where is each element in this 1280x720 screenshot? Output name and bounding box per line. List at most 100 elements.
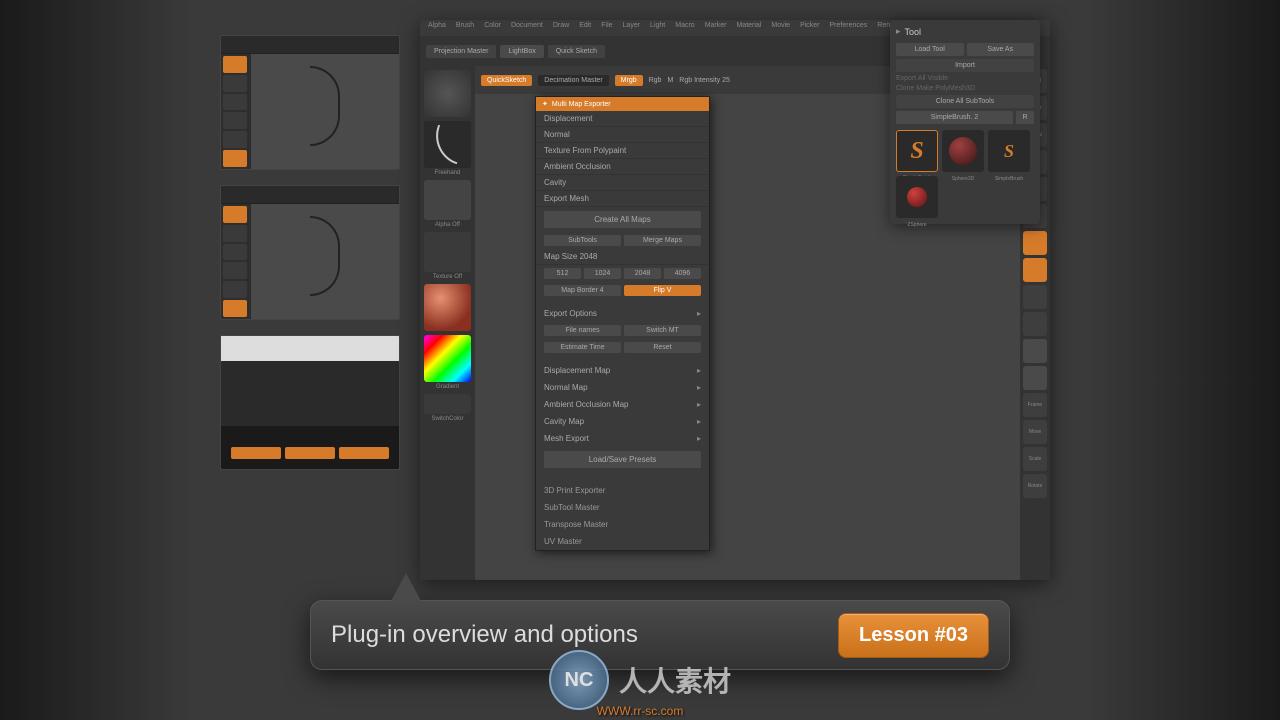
tool-zsphere[interactable]: ZSphere: [896, 176, 938, 218]
menu-item[interactable]: Marker: [705, 22, 727, 34]
export-row: Export All Visible: [896, 75, 1034, 82]
file-names-button[interactable]: File names: [544, 325, 621, 336]
color-picker[interactable]: [424, 335, 471, 382]
stroke-label: Freehand: [424, 170, 471, 176]
shelf-button[interactable]: [1023, 312, 1047, 336]
brush-thumbnail[interactable]: [424, 70, 471, 117]
create-all-maps-button[interactable]: Create All Maps: [544, 211, 701, 228]
map-size-label: Map Size 2048: [536, 249, 709, 265]
clone-all-subtools-button[interactable]: Clone All SubTools: [896, 95, 1034, 108]
menu-item[interactable]: Alpha: [428, 22, 446, 34]
plugin-item-ao[interactable]: Ambient Occlusion: [536, 159, 709, 175]
tool-sphere3d[interactable]: Sphere3D: [942, 130, 984, 172]
tool-simplebrush-2[interactable]: SSimpleBrush: [988, 130, 1030, 172]
menu-item[interactable]: Brush: [456, 22, 474, 34]
switchcolor-label: SwitchColor: [424, 416, 471, 422]
tool-panel-title[interactable]: Tool: [896, 26, 1034, 37]
transpose-master[interactable]: Transpose Master: [536, 516, 709, 533]
thumbnail-column: [220, 35, 400, 485]
plugin-item-normal[interactable]: Normal: [536, 127, 709, 143]
left-palette: Freehand Alpha Off Texture Off Gradient …: [420, 66, 475, 580]
alpha-label: Alpha Off: [424, 222, 471, 228]
thumbnail-1: [220, 35, 400, 170]
thumbnail-2: [220, 185, 400, 320]
material-thumbnail[interactable]: [424, 284, 471, 331]
shelf-button[interactable]: [1023, 366, 1047, 390]
mesh-export-expand[interactable]: Mesh Export: [536, 430, 709, 447]
r-button[interactable]: R: [1016, 111, 1034, 124]
shelf-button-active[interactable]: [1023, 231, 1047, 255]
clone-row: Clone Make PolyMesh3D: [896, 85, 1034, 92]
watermark-text: 人人素材: [619, 660, 731, 700]
tool-panel: Tool Load Tool Save As Import Export All…: [890, 20, 1040, 224]
subtool-master[interactable]: SubTool Master: [536, 499, 709, 516]
disp-map-expand[interactable]: Displacement Map: [536, 362, 709, 379]
menu-item[interactable]: Preferences: [830, 22, 868, 34]
lightbox-button[interactable]: LightBox: [500, 45, 543, 58]
rgb-button[interactable]: Rgb: [649, 77, 662, 84]
decimation-tab[interactable]: Decimation Master: [538, 75, 608, 86]
uv-master[interactable]: UV Master: [536, 533, 709, 550]
tool-simplebrush[interactable]: SSimpleBrush: [896, 130, 938, 172]
size-2048[interactable]: 2048: [624, 268, 661, 279]
shelf-button[interactable]: [1023, 339, 1047, 363]
gradient-label: Gradient: [424, 384, 471, 390]
pointer-icon: [391, 573, 421, 601]
menu-item[interactable]: Material: [736, 22, 761, 34]
size-4096[interactable]: 4096: [664, 268, 701, 279]
plugin-item-displacement[interactable]: Displacement: [536, 111, 709, 127]
menu-item[interactable]: Document: [511, 22, 543, 34]
frame-button[interactable]: Frame: [1023, 393, 1047, 417]
size-512[interactable]: 512: [544, 268, 581, 279]
plugin-item-export-mesh[interactable]: Export Mesh: [536, 191, 709, 207]
load-save-presets-button[interactable]: Load/Save Presets: [544, 451, 701, 468]
3d-print-exporter[interactable]: 3D Print Exporter: [536, 482, 709, 499]
subtools-button[interactable]: SubTools: [544, 235, 621, 246]
quicksketch-button[interactable]: Quick Sketch: [548, 45, 605, 58]
merge-maps-button[interactable]: Merge Maps: [624, 235, 701, 246]
watermark: NC 人人素材: [549, 650, 731, 710]
estimate-time-button[interactable]: Estimate Time: [544, 342, 621, 353]
quicksketch-tab[interactable]: QuickSketch: [481, 75, 532, 86]
scale-button[interactable]: Scale: [1023, 447, 1047, 471]
tutorial-stage: Alpha Brush Color Document Draw Edit Fil…: [220, 10, 1050, 590]
menu-item[interactable]: Color: [484, 22, 501, 34]
menu-item[interactable]: Light: [650, 22, 665, 34]
move-button[interactable]: Move: [1023, 420, 1047, 444]
menu-item[interactable]: Layer: [623, 22, 641, 34]
switch-color[interactable]: [424, 394, 471, 414]
m-button[interactable]: M: [667, 77, 673, 84]
texture-thumbnail[interactable]: [424, 232, 471, 272]
load-tool-button[interactable]: Load Tool: [896, 43, 964, 56]
menu-item[interactable]: Draw: [553, 22, 569, 34]
plugin-header[interactable]: ✦Multi Map Exporter: [536, 97, 709, 111]
ao-map-expand[interactable]: Ambient Occlusion Map: [536, 396, 709, 413]
export-options-expand[interactable]: Export Options: [536, 305, 709, 322]
cavity-map-expand[interactable]: Cavity Map: [536, 413, 709, 430]
rgb-intensity-label: Rgb Intensity 25: [679, 77, 730, 84]
tool-grid: SSimpleBrush Sphere3D SSimpleBrush ZSphe…: [896, 130, 1034, 218]
normal-map-expand[interactable]: Normal Map: [536, 379, 709, 396]
size-1024[interactable]: 1024: [584, 268, 621, 279]
switch-mt-button[interactable]: Switch MT: [624, 325, 701, 336]
menu-item[interactable]: Macro: [675, 22, 694, 34]
reset-button[interactable]: Reset: [624, 342, 701, 353]
shelf-button[interactable]: [1023, 285, 1047, 309]
plugin-item-cavity[interactable]: Cavity: [536, 175, 709, 191]
projection-master-button[interactable]: Projection Master: [426, 45, 496, 58]
stroke-thumbnail[interactable]: [424, 121, 471, 168]
watermark-logo: NC: [549, 650, 609, 710]
rotate-button[interactable]: Rotate: [1023, 474, 1047, 498]
save-as-button[interactable]: Save As: [967, 43, 1035, 56]
texture-label: Texture Off: [424, 274, 471, 280]
mrgb-button[interactable]: Mrgb: [615, 75, 643, 86]
menu-item[interactable]: Edit: [579, 22, 591, 34]
plugin-item-texture[interactable]: Texture From Polypaint: [536, 143, 709, 159]
shelf-button-active[interactable]: [1023, 258, 1047, 282]
flip-v-button[interactable]: Flip V: [624, 285, 701, 296]
import-button[interactable]: Import: [896, 59, 1034, 72]
menu-item[interactable]: Picker: [800, 22, 819, 34]
alpha-thumbnail[interactable]: [424, 180, 471, 220]
menu-item[interactable]: File: [601, 22, 612, 34]
menu-item[interactable]: Movie: [771, 22, 790, 34]
